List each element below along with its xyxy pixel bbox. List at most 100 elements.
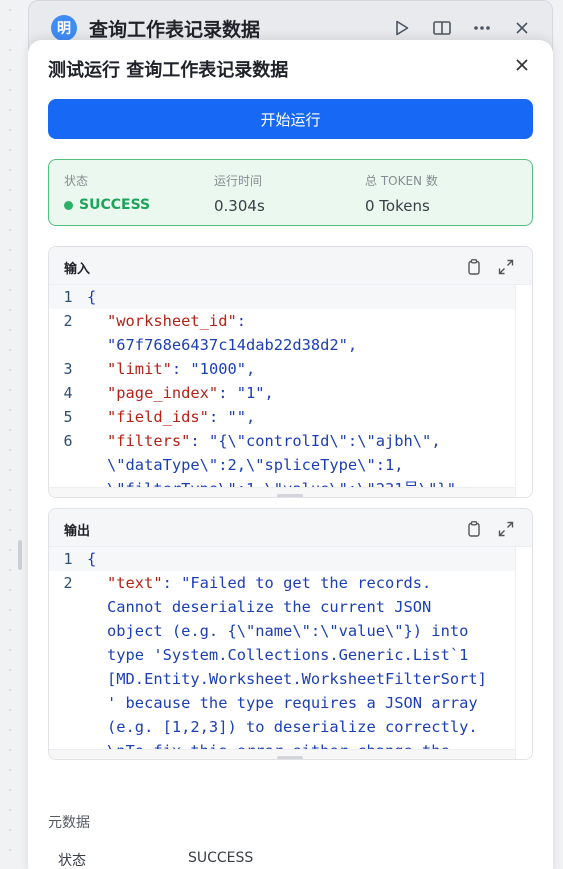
output-scroll-thumb[interactable] (277, 756, 303, 759)
more-icon[interactable] (472, 17, 492, 39)
status-stat: 状态 SUCCESS (64, 172, 150, 213)
input-code-editor[interactable]: 1{2 "worksheet_id": "67f768e6437c14dab22d3… (49, 285, 515, 497)
code-text: "field_ids": "", (87, 405, 255, 429)
output-panel: 输出 1{2 "text": "Failed to get the records… (48, 508, 533, 760)
success-dot-icon (64, 200, 73, 210)
line-number (49, 691, 87, 715)
line-number: 4 (63, 384, 73, 402)
code-line: 2 "worksheet_id": (49, 309, 515, 333)
json-key: "filters" (107, 432, 191, 450)
code-text: object (e.g. {\"name\":\"value\"}) into (107, 622, 469, 640)
line-number (49, 595, 87, 619)
run-status-card: 状态 SUCCESS 运行时间 0.304s 总 TOKEN 数 0 Token… (48, 159, 533, 226)
output-code-editor[interactable]: 1{2 "text": "Failed to get the records. Ca… (49, 547, 515, 759)
code-text: "worksheet_id": (87, 309, 246, 333)
line-number (49, 619, 87, 643)
input-vertical-scrollbar[interactable] (515, 285, 532, 497)
code-line: [MD.Entity.Worksheet.WorksheetFilterSort… (49, 667, 515, 691)
json-value: : "Failed to get the records. (162, 574, 432, 592)
output-title: 输出 (64, 524, 91, 539)
line-number (49, 333, 87, 357)
input-scroll-thumb[interactable] (277, 494, 303, 497)
code-text: { (87, 288, 97, 306)
json-value: : "", (208, 408, 256, 426)
expand-icon[interactable] (497, 520, 515, 538)
code-line: "67f768e6437c14dab22d38d2", (49, 333, 515, 357)
code-text: "page_index": "1", (87, 381, 274, 405)
output-horizontal-scrollbar[interactable] (49, 749, 515, 759)
metadata-status-label: 状态 (58, 853, 86, 869)
status-value: SUCCESS (79, 197, 151, 213)
code-line: \"dataType\":2,\"spliceType\":1, (49, 453, 515, 477)
time-label: 运行时间 (214, 174, 263, 188)
tokens-stat: 总 TOKEN 数 0 Tokens (365, 172, 438, 215)
line-number: 6 (63, 432, 73, 450)
code-text: (e.g. [1,2,3]) to deserialize correctly. (107, 718, 478, 736)
time-stat: 运行时间 0.304s (214, 172, 265, 215)
code-line: 3 "limit": "1000", (49, 357, 515, 381)
book-icon[interactable] (432, 17, 452, 39)
copy-icon[interactable] (465, 520, 483, 538)
line-number: 1 (63, 288, 73, 306)
json-value: : (236, 312, 247, 330)
line-number: 2 (63, 312, 73, 330)
input-panel-header: 输入 (49, 247, 532, 285)
close-icon[interactable] (513, 56, 531, 74)
code-text: ' because the type requires a JSON array (107, 694, 478, 712)
code-text: [MD.Entity.Worksheet.WorksheetFilterSort… (107, 670, 487, 688)
node-title: 查询工作表记录数据 (89, 19, 261, 41)
code-text: "text": "Failed to get the records. (87, 571, 431, 595)
json-key: "text" (107, 574, 163, 592)
expand-icon[interactable] (497, 258, 515, 276)
output-panel-header: 输出 (49, 509, 532, 547)
time-value: 0.304s (214, 197, 265, 215)
line-number (49, 715, 87, 739)
status-value-wrap: SUCCESS (64, 197, 150, 213)
close-icon[interactable] (512, 17, 532, 39)
json-key: "worksheet_id" (107, 312, 237, 330)
code-line: 1{ (49, 285, 515, 309)
copy-icon[interactable] (465, 258, 483, 276)
test-run-panel: 测试运行 查询工作表记录数据 开始运行 状态 SUCCESS 运行时间 0.30… (28, 40, 553, 869)
panel-title: 测试运行 查询工作表记录数据 (48, 60, 289, 81)
line-number: 5 (63, 408, 73, 426)
code-line: 1{ (49, 547, 515, 571)
json-value: : "1", (218, 384, 274, 402)
metadata-title: 元数据 (48, 815, 90, 831)
node-badge: 明 (51, 15, 77, 41)
json-key: "field_ids" (107, 408, 209, 426)
code-line: ' because the type requires a JSON array (49, 691, 515, 715)
json-value: : "{\"controlId\":\"ajbh\", (190, 432, 441, 450)
code-text: Cannot deserialize the current JSON (107, 598, 432, 616)
start-run-button[interactable]: 开始运行 (48, 99, 533, 139)
line-number (49, 667, 87, 691)
code-line: object (e.g. {\"name\":\"value\"}) into (49, 619, 515, 643)
code-line: Cannot deserialize the current JSON (49, 595, 515, 619)
code-line: 4 "page_index": "1", (49, 381, 515, 405)
json-value: : "1000", (171, 360, 256, 378)
code-line: type 'System.Collections.Generic.List`1 (49, 643, 515, 667)
resize-handle[interactable] (18, 540, 22, 570)
status-label: 状态 (64, 174, 89, 188)
line-number (49, 453, 87, 477)
code-line: 2 "text": "Failed to get the records. (49, 571, 515, 595)
code-text: "filters": "{\"controlId\":\"ajbh\", (87, 429, 441, 453)
code-line: (e.g. [1,2,3]) to deserialize correctly. (49, 715, 515, 739)
code-line: 5 "field_ids": "", (49, 405, 515, 429)
json-key: "limit" (107, 360, 172, 378)
code-text: { (87, 550, 97, 568)
line-number: 1 (63, 550, 73, 568)
json-key: "page_index" (107, 384, 219, 402)
line-number: 3 (63, 360, 73, 378)
input-horizontal-scrollbar[interactable] (49, 487, 515, 497)
code-text: \"dataType\":2,\"spliceType\":1, (107, 456, 404, 474)
output-vertical-scrollbar[interactable] (515, 547, 532, 759)
tokens-value: 0 Tokens (365, 197, 430, 215)
tokens-label: 总 TOKEN 数 (365, 174, 438, 188)
play-icon[interactable] (392, 17, 412, 39)
code-text: "67f768e6437c14dab22d38d2", (107, 336, 358, 354)
line-number (49, 643, 87, 667)
line-number: 2 (63, 574, 73, 592)
code-line: 6 "filters": "{\"controlId\":\"ajbh\", (49, 429, 515, 453)
code-text: "limit": "1000", (87, 357, 255, 381)
